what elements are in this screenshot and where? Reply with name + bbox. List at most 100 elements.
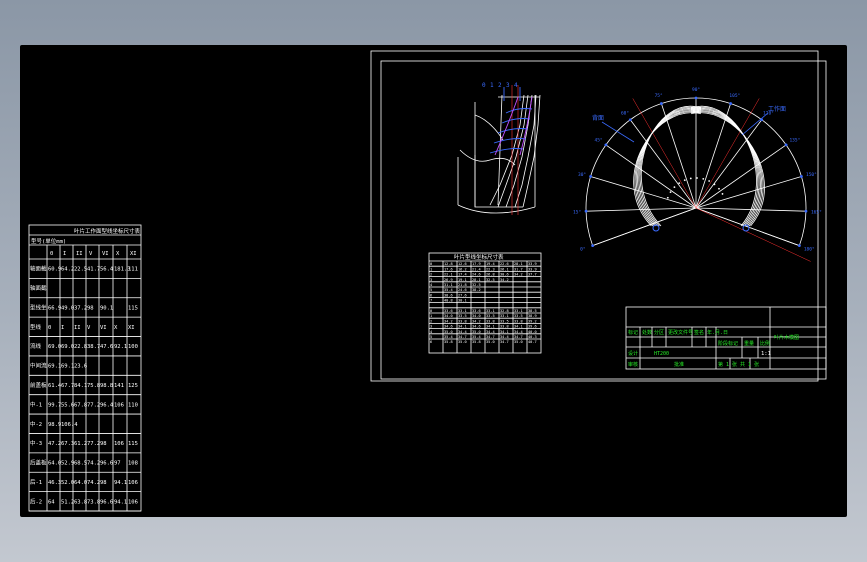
fan-radial-line: [605, 144, 697, 209]
left-table-cell: V: [87, 325, 91, 331]
middle-table-cell: 35.0: [514, 340, 523, 344]
fan-node: [604, 143, 608, 147]
middle-table-cell: 40.7: [528, 340, 537, 344]
left-table-cell: 64.0: [74, 480, 87, 486]
title-block: 标记 处数 分区 更改文件号 签名 年.月.日 设计 HT200 阶段标记 重量…: [625, 306, 827, 370]
left-table-cell: 37.2: [74, 305, 87, 311]
fan-angle-label: 105°: [729, 93, 740, 99]
middle-table-cell: 34.7: [458, 335, 467, 339]
inner-marker: [696, 177, 698, 179]
middle-table-cell: 38.6: [444, 293, 453, 297]
model-space-viewport[interactable]: 叶片工作面型线坐标尺寸表 型号(单位mm) 0 I II V VI X XI 轴面截 60.9 64.…: [20, 45, 847, 517]
tb-zone: 分区: [654, 329, 664, 336]
left-table-cell: 106: [114, 441, 124, 447]
middle-table-cell: 35.8: [444, 340, 453, 344]
inner-marker: [713, 183, 716, 186]
middle-table-cell: 30.6: [500, 273, 509, 277]
middle-table-cell: 19.4: [486, 262, 495, 266]
left-table-cell: 64: [48, 499, 55, 505]
left-table-title: 叶片工作面型线坐标尺寸表: [74, 227, 141, 235]
left-table-cell: 73.8: [87, 499, 100, 505]
middle-table-cell: 34.2: [500, 278, 509, 282]
middle-table-cell: 33.9: [528, 262, 537, 266]
middle-table-cell: 35.0: [486, 340, 495, 344]
middle-table-cell: 22.3: [486, 267, 495, 271]
inner-marker: [673, 186, 676, 189]
left-table-cell: I: [61, 325, 64, 331]
left-table-cell: 92.1: [114, 344, 127, 350]
middle-table-cell: 17.6: [444, 267, 453, 271]
left-table-subtitle: 型号(单位mm): [31, 237, 66, 245]
fan-radial-line: [695, 119, 763, 209]
middle-table-cell: 33.1: [500, 314, 509, 318]
cad-drawing-canvas[interactable]: 叶片工作面型线坐标尺寸表型号(单位mm)0 I II V VI X XI轴面截 60.9 64.…: [20, 45, 847, 517]
middle-table-cell: 34.1: [500, 330, 509, 334]
fan-node: [784, 143, 788, 147]
left-table-row-label: 中-2: [30, 420, 42, 428]
tb-scale: 1:1: [761, 351, 771, 357]
fan-node: [694, 96, 698, 100]
middle-table-cell: 40.8: [444, 299, 453, 303]
left-table-cell: 69.0: [61, 344, 74, 350]
left-table-row-label: 流线: [30, 342, 42, 350]
left-table-cell: 47.6: [100, 344, 113, 350]
middle-table-cell: 33.8: [514, 319, 523, 323]
fan-angle-label: 30°: [578, 172, 586, 178]
middle-table-cell: 34.2: [514, 273, 523, 277]
fan-angle-label: 90°: [692, 87, 700, 93]
left-table-cell: 77.2: [87, 402, 100, 408]
middle-table-cell: 22.1: [444, 273, 453, 277]
left-table-row-label: 轴面截: [30, 284, 47, 292]
middle-table-cell: 34.6: [472, 325, 481, 329]
left-table-cell: 63.8: [74, 499, 87, 505]
middle-table-cell: 0: [430, 262, 432, 266]
left-table-cell: 96.6: [100, 461, 113, 467]
left-table-row-label: 后盖板: [30, 459, 47, 467]
leader-back-face: [601, 121, 635, 143]
middle-table-cell: 39.2: [528, 319, 537, 323]
left-table-cell: 75.8: [87, 383, 100, 389]
tb-review: 审核: [628, 361, 638, 368]
middle-table-cell: 27.6: [458, 293, 467, 297]
middle-table-cell: 12.8: [444, 262, 453, 266]
middle-table-cell: 33.5: [500, 319, 509, 323]
tb-design: 设计: [628, 350, 638, 357]
meridian-label-4: 4: [514, 82, 518, 89]
inner-marker: [718, 187, 720, 190]
fan-radial-line: [695, 144, 787, 209]
left-table-cell: 98: [87, 305, 94, 311]
middle-table-cell: 33.8: [458, 319, 467, 323]
middle-table-cell: 5: [430, 288, 432, 292]
left-table-row-label: 中-1: [30, 400, 42, 408]
middle-table-cell: 32.8: [500, 309, 509, 313]
left-table-cell: 94.1: [114, 480, 127, 486]
tb-mark: 标记: [628, 329, 638, 336]
middle-table-cell: 38.9: [528, 314, 537, 318]
fan-node: [797, 244, 801, 248]
fan-node: [660, 102, 663, 105]
left-table-cell: 61.2: [74, 441, 87, 447]
middle-table-cell: 40.3: [528, 335, 537, 339]
left-table-cell: 38.7: [87, 344, 100, 350]
middle-table-cell: 30.1: [458, 299, 467, 303]
fan-node: [591, 244, 595, 248]
left-table-cell: 52.0: [61, 480, 74, 486]
left-table-cell: II: [74, 325, 81, 331]
left-table-cell: 84.1: [74, 383, 87, 389]
left-table-cell: 69.1: [61, 364, 74, 370]
fan-node: [628, 118, 632, 122]
left-table-cell: 51.2: [61, 499, 74, 505]
inner-marker: [721, 193, 724, 195]
left-table-cell: 125: [128, 383, 138, 389]
left-table-cell: 96.4: [100, 402, 114, 408]
fan-node: [584, 209, 588, 213]
middle-table-cell: 28.1: [472, 278, 481, 282]
middle-table-cell: 33.5: [458, 314, 467, 318]
left-table-row-label: 后-2: [30, 497, 42, 505]
middle-table-cell: 34.1: [514, 325, 523, 329]
left-table-cell: 64.0: [48, 461, 61, 467]
tb-scale-label: 比例: [760, 340, 770, 347]
left-table-header-cell: II: [76, 251, 83, 257]
middle-table-cell: 34.1: [458, 325, 467, 329]
label-working-face: 工作面: [768, 105, 786, 113]
